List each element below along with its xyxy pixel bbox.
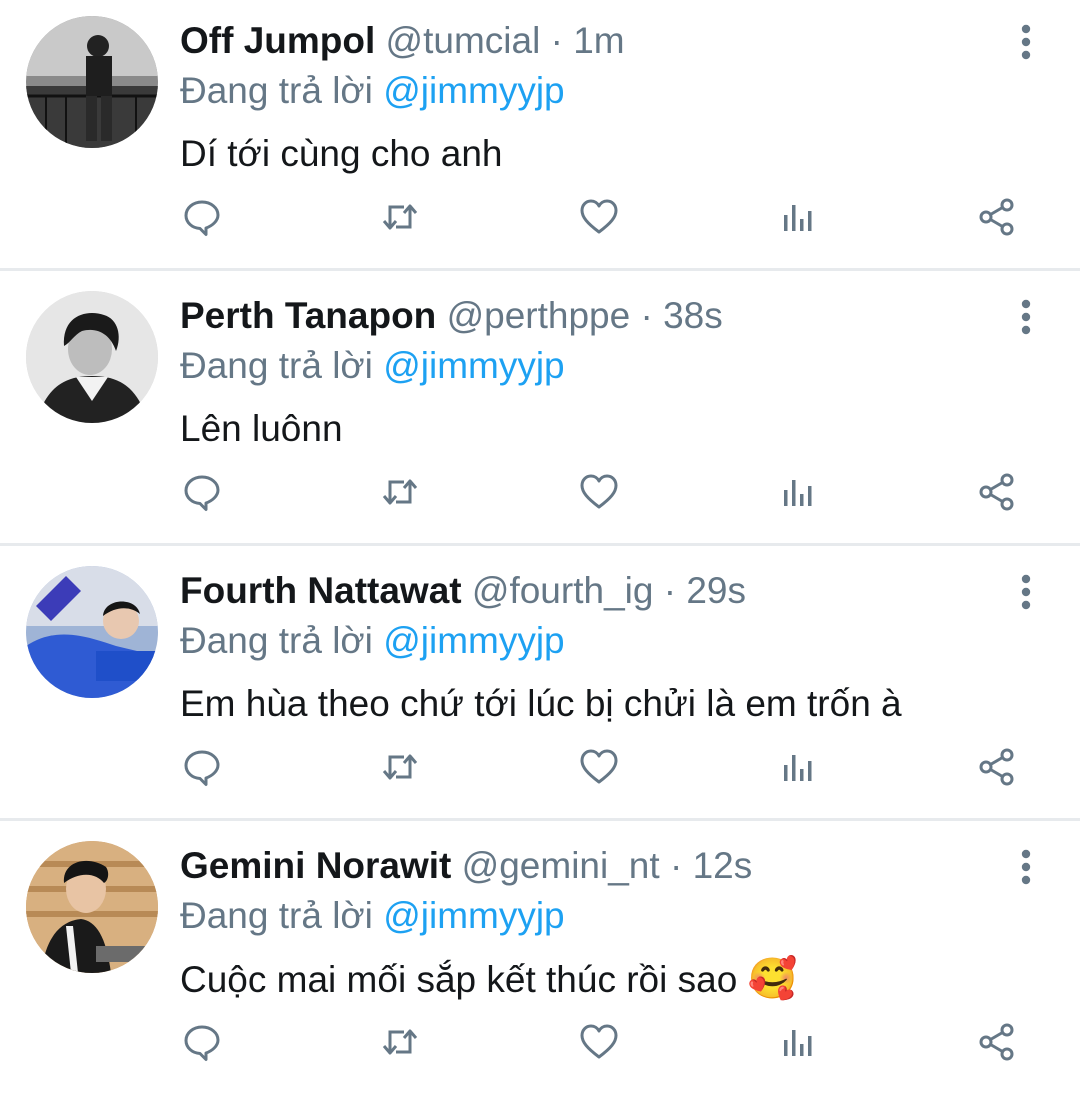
tweet-text: Lên luônn [180, 408, 343, 449]
tweet-actions [0, 192, 1080, 272]
display-name[interactable]: Fourth Nattawat [180, 570, 462, 611]
retweet-icon[interactable] [375, 467, 425, 517]
analytics-icon[interactable] [772, 742, 822, 792]
tweet-header: Perth Tanapon @perthppe · 38s [180, 293, 723, 339]
reply-icon[interactable] [177, 467, 227, 517]
divider [0, 818, 1080, 821]
tweet[interactable]: Off Jumpol @tumcial · 1m Đang trả lời @j… [0, 0, 1080, 270]
retweet-icon[interactable] [375, 192, 425, 242]
replying-to-label: Đang trả lời [180, 620, 373, 661]
user-handle[interactable]: @perthppe [447, 295, 631, 336]
avatar[interactable] [26, 16, 158, 148]
reply-icon[interactable] [177, 1017, 227, 1067]
share-icon[interactable] [972, 742, 1022, 792]
tweet-text: Em hùa theo chứ tới lúc bị chửi là em tr… [180, 683, 902, 724]
user-handle[interactable]: @tumcial [386, 20, 541, 61]
tweet-text: Dí tới cùng cho anh [180, 133, 503, 174]
replying-to: Đang trả lời @jimmyyjp [180, 893, 565, 939]
replying-to: Đang trả lời @jimmyyjp [180, 68, 565, 114]
reply-mention-link[interactable]: @jimmyyjp [383, 345, 564, 386]
like-icon[interactable] [574, 742, 624, 792]
timestamp[interactable]: 29s [686, 570, 746, 611]
analytics-icon[interactable] [772, 192, 822, 242]
user-handle[interactable]: @fourth_ig [472, 570, 654, 611]
divider [0, 543, 1080, 546]
avatar[interactable] [26, 291, 158, 423]
separator-dot: · [550, 20, 563, 61]
analytics-icon[interactable] [772, 1017, 822, 1067]
separator-dot: · [669, 845, 683, 886]
replying-to-label: Đang trả lời [180, 345, 373, 386]
tweet-text-container: Cuộc mai mối sắp kết thúc rồi sao 🥰 [180, 955, 797, 1003]
user-handle[interactable]: @gemini_nt [462, 845, 660, 886]
share-icon[interactable] [972, 467, 1022, 517]
replying-to-label: Đang trả lời [180, 895, 373, 936]
replying-to-label: Đang trả lời [180, 70, 373, 111]
reply-mention-link[interactable]: @jimmyyjp [383, 620, 564, 661]
reply-icon[interactable] [177, 742, 227, 792]
avatar[interactable] [26, 841, 158, 973]
tweet[interactable]: Perth Tanapon @perthppe · 38s Đang trả l… [0, 275, 1080, 545]
more-options-icon[interactable] [1010, 572, 1042, 612]
tweet-actions [0, 467, 1080, 547]
share-icon[interactable] [972, 1017, 1022, 1067]
more-options-icon[interactable] [1010, 22, 1042, 62]
reply-feed: Off Jumpol @tumcial · 1m Đang trả lời @j… [0, 0, 1080, 1087]
retweet-icon[interactable] [375, 1017, 425, 1067]
tweet-actions [0, 1017, 1080, 1097]
separator-dot: · [663, 570, 677, 611]
tweet-header: Off Jumpol @tumcial · 1m [180, 18, 625, 64]
like-icon[interactable] [574, 192, 624, 242]
tweet[interactable]: Fourth Nattawat @fourth_ig · 29s Đang tr… [0, 550, 1080, 820]
smiling-face-with-hearts-emoji: 🥰 [747, 957, 798, 1001]
analytics-icon[interactable] [772, 467, 822, 517]
display-name[interactable]: Gemini Norawit [180, 845, 451, 886]
reply-icon[interactable] [177, 192, 227, 242]
display-name[interactable]: Off Jumpol [180, 20, 375, 61]
timestamp[interactable]: 1m [573, 20, 624, 61]
like-icon[interactable] [574, 1017, 624, 1067]
reply-mention-link[interactable]: @jimmyyjp [383, 895, 564, 936]
tweet[interactable]: Gemini Norawit @gemini_nt · 12s Đang trả… [0, 825, 1080, 1095]
timestamp[interactable]: 38s [663, 295, 723, 336]
divider [0, 268, 1080, 271]
tweet-header: Fourth Nattawat @fourth_ig · 29s [180, 568, 746, 614]
like-icon[interactable] [574, 467, 624, 517]
tweet-header: Gemini Norawit @gemini_nt · 12s [180, 843, 752, 889]
display-name[interactable]: Perth Tanapon [180, 295, 436, 336]
more-options-icon[interactable] [1010, 847, 1042, 887]
timestamp[interactable]: 12s [693, 845, 753, 886]
reply-mention-link[interactable]: @jimmyyjp [383, 70, 564, 111]
retweet-icon[interactable] [375, 742, 425, 792]
replying-to: Đang trả lời @jimmyyjp [180, 343, 565, 389]
share-icon[interactable] [972, 192, 1022, 242]
replying-to: Đang trả lời @jimmyyjp [180, 618, 565, 664]
more-options-icon[interactable] [1010, 297, 1042, 337]
separator-dot: · [640, 295, 653, 336]
avatar[interactable] [26, 566, 158, 698]
tweet-actions [0, 742, 1080, 822]
tweet-text: Cuộc mai mối sắp kết thúc rồi sao [180, 959, 738, 1000]
